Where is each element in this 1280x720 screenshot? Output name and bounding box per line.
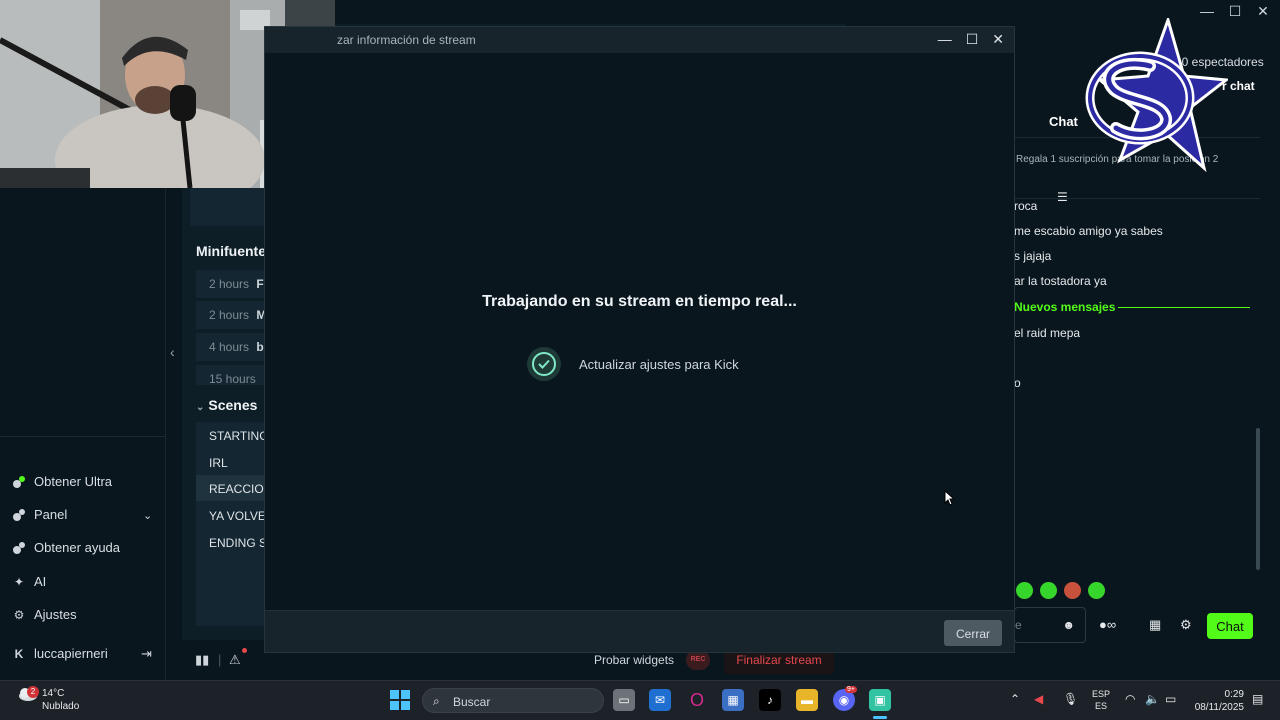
preview-panel xyxy=(190,188,270,226)
minimize-button[interactable]: — xyxy=(938,31,952,48)
stats-icon[interactable]: ▮▮ xyxy=(195,652,209,668)
chevron-down-icon[interactable]: ⌄ xyxy=(196,402,204,413)
task-view-icon[interactable]: ▭ xyxy=(613,689,635,711)
filter-icon[interactable]: ☰ xyxy=(1057,190,1068,204)
store-icon[interactable]: ▦ xyxy=(722,689,744,711)
sidebar-item-label: Ajustes xyxy=(34,607,77,622)
kick-icon: K xyxy=(14,646,24,661)
microphone-icon[interactable]: 🎙 xyxy=(1063,692,1078,706)
windows-taskbar xyxy=(0,680,1280,720)
sidebar-item-label: luccapierneri xyxy=(34,646,108,661)
chat-input-placeholder: e xyxy=(1015,618,1022,632)
sidebar-item-settings[interactable]: ⚙ Ajustes xyxy=(12,607,77,622)
channel-logo xyxy=(1085,18,1228,173)
chat-message: s jajaja xyxy=(1014,249,1052,263)
test-widgets-link[interactable]: Probar widgets xyxy=(594,653,674,667)
dialog-body: Trabajando en su stream en tiempo real..… xyxy=(265,53,1014,610)
maximize-button[interactable]: ☐ xyxy=(966,31,979,48)
chat-title: Chat xyxy=(1049,114,1078,129)
notification-icon[interactable]: ▤ xyxy=(1252,692,1263,706)
dialog-window-controls: — ☐ ✕ xyxy=(938,31,1004,48)
mail-icon[interactable]: ✉ xyxy=(649,689,671,711)
chat-message: me escabio amigo ya sabes xyxy=(1014,224,1163,238)
panel-icon xyxy=(12,508,26,522)
task-item: Actualizar ajustes para Kick xyxy=(527,347,739,381)
alert-icon[interactable]: ⚠ xyxy=(229,652,241,668)
emote-icon[interactable] xyxy=(1040,582,1057,599)
alert-dot xyxy=(242,648,247,653)
emote-icon[interactable] xyxy=(1064,582,1081,599)
close-button[interactable]: ✕ xyxy=(1256,3,1270,20)
sidebar-item-help[interactable]: Obtener ayuda xyxy=(12,540,120,555)
collapse-sidebar-icon[interactable]: ‹ xyxy=(170,344,175,360)
new-messages-divider: Nuevos mensajes xyxy=(1014,300,1116,314)
dialog-heading: Trabajando en su stream en tiempo real..… xyxy=(482,293,797,310)
dialog-footer: Cerrar xyxy=(265,610,1014,652)
new-messages-line xyxy=(1118,307,1250,308)
rec-button[interactable]: REC xyxy=(686,650,710,670)
chat-message: el raid mepa xyxy=(1014,326,1081,340)
emote-icon[interactable] xyxy=(1016,582,1033,599)
scenes-title: ⌄ Scenes xyxy=(196,397,258,413)
chat-message: o xyxy=(1014,376,1021,390)
search-label: Buscar xyxy=(453,695,491,709)
ai-sparkle-icon: ✦ xyxy=(13,574,25,589)
sidebar-item-account[interactable]: K luccapierneri xyxy=(12,646,108,661)
weather-temp[interactable]: 14°C xyxy=(42,688,64,699)
minifuente-title: Minifuente xyxy=(196,243,266,259)
points-icon[interactable]: ●∞ xyxy=(1099,617,1116,632)
maximize-button[interactable]: ☐ xyxy=(1228,3,1242,20)
help-icon xyxy=(12,541,26,555)
gear-icon[interactable]: ⚙ xyxy=(1180,617,1192,633)
sidebar-item-label: Obtener Ultra xyxy=(34,474,113,489)
close-dialog-button[interactable]: Cerrar xyxy=(944,620,1002,646)
taskbar-search[interactable]: ⌕ Buscar xyxy=(422,688,604,713)
stream-info-dialog: zar información de stream — ☐ ✕ Trabajan… xyxy=(264,26,1015,653)
sidebar-item-ai[interactable]: ✦ AI xyxy=(12,574,46,589)
wifi-icon[interactable]: ◠ xyxy=(1125,692,1135,706)
divider xyxy=(1014,198,1260,199)
close-button[interactable]: ✕ xyxy=(992,31,1004,48)
store-icon[interactable]: ▦ xyxy=(1149,617,1161,633)
emote-bar xyxy=(1016,582,1105,599)
windows-start-icon[interactable] xyxy=(390,690,410,710)
active-app-indicator xyxy=(873,716,887,719)
sidebar-item-ultra[interactable]: Obtener Ultra xyxy=(12,474,112,489)
chat-input[interactable]: e ☻ xyxy=(1014,607,1086,643)
emote-icon[interactable] xyxy=(1088,582,1105,599)
chat-scrollbar[interactable] xyxy=(1256,428,1260,570)
sidebar-item-label: Panel xyxy=(34,507,68,522)
task-label: Actualizar ajustes para Kick xyxy=(579,356,739,372)
chat-message: ar la tostadora ya xyxy=(1014,274,1107,288)
sidebar-item-label: AI xyxy=(34,574,47,589)
emoji-icon[interactable]: ☻ xyxy=(1062,618,1075,632)
weather-badge: 2 xyxy=(27,686,39,698)
ultra-icon xyxy=(12,475,26,489)
folder-icon[interactable]: ▬ xyxy=(796,689,818,711)
sidebar-divider xyxy=(0,436,166,437)
weather-desc[interactable]: Nublado xyxy=(42,701,79,712)
chevron-up-icon[interactable]: ⌃ xyxy=(1010,692,1020,706)
volume-icon[interactable]: 🔈 xyxy=(1145,692,1160,706)
chat-message: roca xyxy=(1014,199,1038,213)
battery-icon[interactable]: ▭ xyxy=(1165,692,1176,706)
tray-app-icon[interactable]: ◀ xyxy=(1034,692,1043,706)
search-icon: ⌕ xyxy=(433,694,440,708)
clock[interactable]: 0:29 08/11/2025 xyxy=(1192,688,1244,714)
discord-badge: 9+ xyxy=(845,686,857,693)
opera-icon[interactable]: O xyxy=(686,689,708,711)
send-chat-button[interactable]: Chat xyxy=(1207,613,1253,639)
language-indicator[interactable]: ESP ES xyxy=(1092,688,1110,712)
check-icon xyxy=(527,347,561,381)
divider: | xyxy=(218,652,222,667)
dialog-titlebar: zar información de stream — ☐ ✕ xyxy=(265,27,1014,53)
sidebar-item-label: Obtener ayuda xyxy=(34,540,121,555)
mouse-cursor-icon xyxy=(944,490,956,506)
tiktok-icon[interactable]: ♪ xyxy=(759,689,781,711)
gear-icon: ⚙ xyxy=(13,607,25,622)
streamlabs-icon[interactable]: ▣ xyxy=(869,689,891,711)
dialog-title: zar información de stream xyxy=(337,33,476,47)
sidebar-item-panel[interactable]: Panel xyxy=(12,507,154,522)
